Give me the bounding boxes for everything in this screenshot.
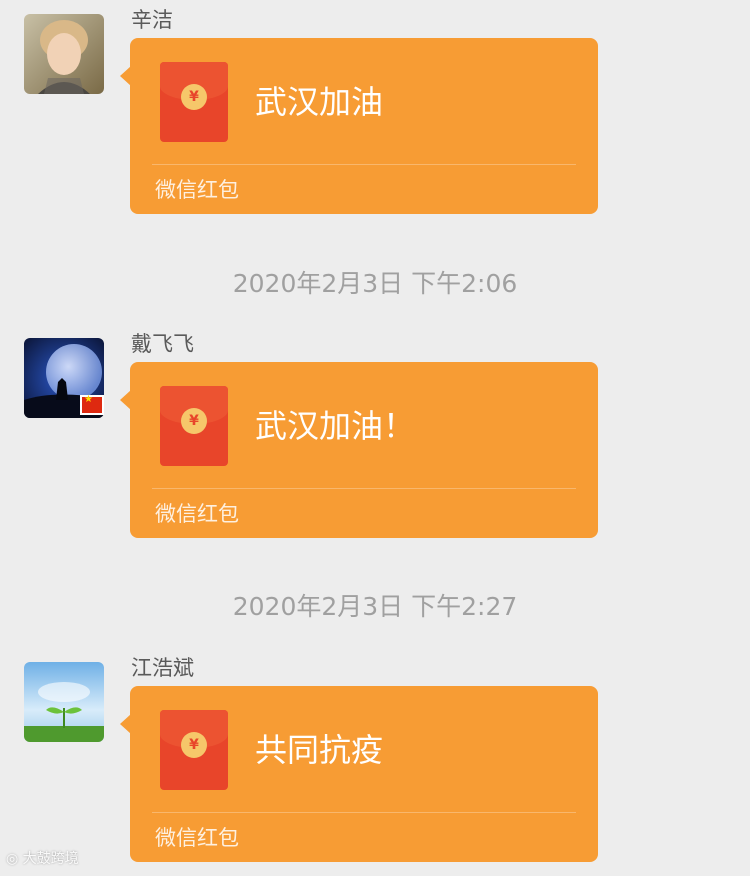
avatar[interactable] [24, 14, 104, 94]
sender-name: 辛洁 [131, 8, 173, 32]
red-packet-label: 微信红包 [155, 178, 239, 202]
red-packet-greeting: 武汉加油 [255, 83, 384, 121]
red-packet-card[interactable]: ¥ 共同抗疫 微信红包 [120, 686, 598, 862]
sender-name: 戴飞飞 [131, 332, 194, 356]
red-packet-card[interactable]: ¥ 武汉加油 微信红包 [120, 38, 598, 214]
watermark-logo-icon: ◎ [6, 851, 23, 867]
red-packet-card[interactable]: ¥ 武汉加油！ 微信红包 [120, 362, 598, 538]
red-envelope-icon: ¥ [160, 386, 228, 466]
china-flag-badge: ★ [80, 394, 104, 415]
watermark: ◎ 大鼓跨境 [6, 848, 79, 868]
card-divider [152, 164, 576, 165]
watermark-text: 大鼓跨境 [22, 851, 79, 867]
avatar[interactable] [24, 662, 104, 742]
card-divider [152, 812, 576, 813]
bubble-tail [120, 714, 131, 734]
red-packet-label: 微信红包 [155, 826, 239, 850]
red-envelope-icon: ¥ [160, 710, 228, 790]
bubble-tail [120, 66, 131, 86]
bubble-tail [120, 390, 131, 410]
chat-timestamp: 2020年2月3日 下午2:27 [232, 592, 518, 621]
red-packet-greeting: 共同抗疫 [255, 731, 384, 769]
chat-timestamp: 2020年2月3日 下午2:06 [232, 269, 518, 298]
sender-name: 江浩斌 [131, 656, 194, 680]
red-envelope-icon: ¥ [160, 62, 228, 142]
card-divider [152, 488, 576, 489]
red-packet-greeting: 武汉加油！ [255, 407, 416, 445]
red-packet-label: 微信红包 [155, 502, 239, 526]
